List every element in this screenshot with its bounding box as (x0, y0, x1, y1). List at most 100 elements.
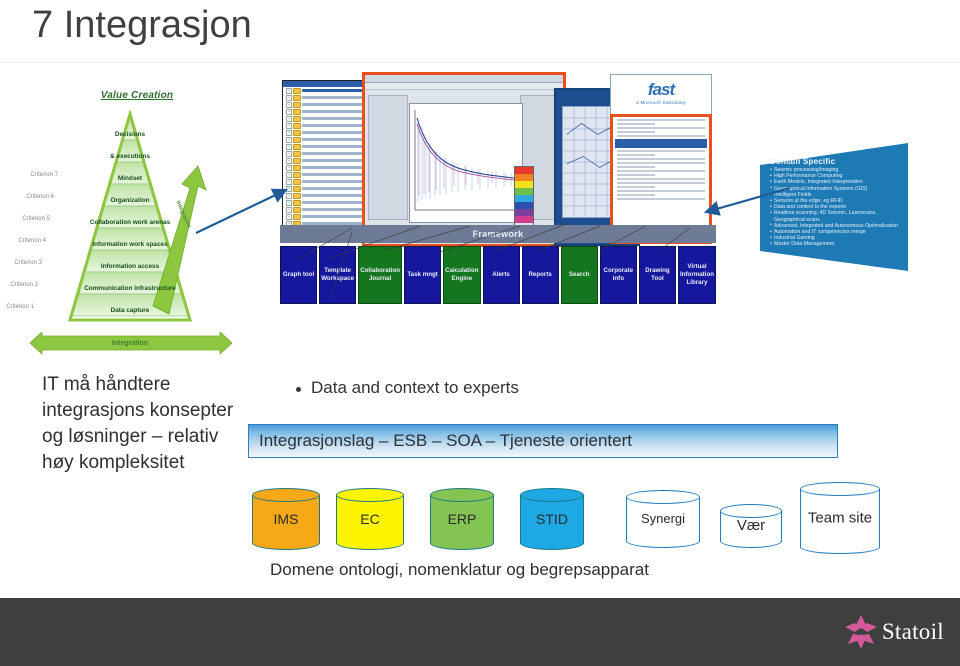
tree-item-label (302, 96, 363, 99)
cylinder-team-site[interactable]: Team site (800, 482, 880, 554)
analysis-chart-window (362, 72, 566, 247)
chart-menubar (365, 75, 563, 83)
cylinder-ec[interactable]: EC (336, 488, 404, 550)
expand-icon: + (286, 129, 292, 136)
cylinder-label: IMS (273, 511, 299, 527)
service-box-graph-tool[interactable]: Graph tool (280, 246, 318, 304)
pyramid-apex-label: Value Creation (100, 90, 174, 101)
expand-icon: + (286, 192, 292, 199)
domain-panel-content: Domain Specific Seismic processing/imagi… (770, 157, 902, 248)
report-line (617, 186, 656, 188)
file-tree-window: + + + + + + + + + + + + + + + + + + + + (282, 80, 368, 240)
report-line (617, 123, 656, 125)
cylinder-label: Synergi (640, 511, 686, 526)
folder-icon (293, 143, 301, 150)
report-line (617, 198, 705, 200)
expand-icon: + (286, 136, 292, 143)
expand-icon: + (286, 164, 292, 171)
service-box-alerts[interactable]: Alerts (482, 246, 520, 304)
fast-search-window: fast A Microsoft Subsidiary (610, 74, 712, 116)
tree-item: + (283, 129, 367, 136)
tree-item: + (283, 171, 367, 178)
report-line (617, 158, 705, 160)
expand-icon: + (286, 206, 292, 213)
tree-item: + (283, 192, 367, 199)
pyramid-layer-0: Decisions (114, 131, 146, 138)
pyramid-layer-5: Information work spaces (92, 241, 168, 248)
tree-item: + (283, 143, 367, 150)
expand-icon: + (286, 108, 292, 115)
domain-bullet: Master Data Management (770, 241, 902, 248)
statoil-wordmark: Statoil (881, 619, 944, 644)
decline-curve-plot (414, 110, 516, 211)
tree-item-label (302, 110, 363, 113)
pyramid-layer-2: Mindset (117, 175, 143, 182)
report-line (617, 154, 656, 156)
folder-icon (293, 129, 301, 136)
cylinder-vaer[interactable]: Vær (720, 504, 782, 548)
cylinder-label: STID (536, 511, 568, 527)
folder-icon (293, 108, 301, 115)
palette-swatch (515, 202, 533, 209)
bullet-dot-icon (296, 387, 301, 392)
palette-swatch (515, 188, 533, 195)
service-box-reports[interactable]: Reports (521, 246, 559, 304)
tree-item-label (302, 117, 363, 120)
pyramid-layer-4: Collaboration work arenas (89, 219, 171, 226)
left-statement-text: IT må håndtere integrasjons konsepter og… (42, 374, 234, 473)
palette-swatch (515, 167, 533, 174)
cylinder-stid[interactable]: STID (520, 488, 584, 550)
cylinder-synergi[interactable]: Synergi (626, 490, 700, 548)
cylinder-ims[interactable]: IMS (252, 488, 320, 550)
expand-icon: + (286, 87, 292, 94)
application-screenshot-collage: + + + + + + + + + + + + + + + + + + + + (278, 70, 718, 305)
system-cylinder-row: IMS EC ERP STID Synergi Vær Team site (248, 482, 880, 554)
tree-item-label (302, 173, 363, 176)
cylinder-label: ERP (447, 511, 477, 527)
report-line (617, 162, 705, 164)
integration-layer-bar: Integrasjonslag – ESB – SOA – Tjeneste o… (248, 424, 838, 458)
folder-icon (293, 206, 301, 213)
cylinder-erp[interactable]: ERP (430, 488, 494, 550)
report-line (617, 190, 705, 192)
criterion-label-7: Criterion 7 (30, 172, 58, 178)
tree-item-label (302, 201, 363, 204)
service-box-corporate-info[interactable]: Corporate info (599, 246, 637, 304)
folder-icon (293, 213, 301, 220)
folder-icon (293, 136, 301, 143)
service-box-calculation-engine[interactable]: Calculation Engine (443, 246, 481, 304)
color-palette-legend (514, 166, 534, 226)
criterion-label-5: Criterion 5 (22, 216, 50, 222)
tree-item-label (302, 89, 363, 92)
criterion-label-1: Criterion 1 (6, 304, 34, 310)
cylinder-top (626, 490, 700, 504)
pyramid-layer-6: Information access (100, 263, 160, 270)
expand-icon: + (286, 213, 292, 220)
expand-icon: + (286, 199, 292, 206)
folder-icon (293, 178, 301, 185)
report-line (617, 178, 705, 180)
page-title: 7 Integrasjon (32, 4, 252, 46)
palette-swatch (515, 209, 533, 216)
chart-plot-area (409, 103, 523, 223)
service-box-template-workspace[interactable]: Template Workspace (319, 246, 357, 304)
palette-swatch (515, 181, 533, 188)
tree-item: + (283, 199, 367, 206)
service-box-search[interactable]: Search (560, 246, 598, 304)
expand-icon: + (286, 171, 292, 178)
service-box-drawing-tool[interactable]: Drawing Tool (638, 246, 676, 304)
fast-logo: fast (647, 80, 675, 99)
tree-item-label (302, 215, 363, 218)
service-box-virtual-info-library[interactable]: Virtual Information Library (677, 246, 716, 304)
report-line (617, 127, 705, 129)
cylinder-top (430, 488, 494, 502)
pyramid-layer-1: & executions (110, 153, 150, 160)
tree-item-label (302, 152, 363, 155)
service-box-collaboration-journal[interactable]: Collaboration Journal (358, 246, 403, 304)
service-box-task-mngt[interactable]: Task mngt (404, 246, 442, 304)
tree-item: + (283, 185, 367, 192)
tree-item: + (283, 115, 367, 122)
tree-item-label (302, 145, 363, 148)
report-line (617, 150, 705, 152)
tree-item: + (283, 164, 367, 171)
